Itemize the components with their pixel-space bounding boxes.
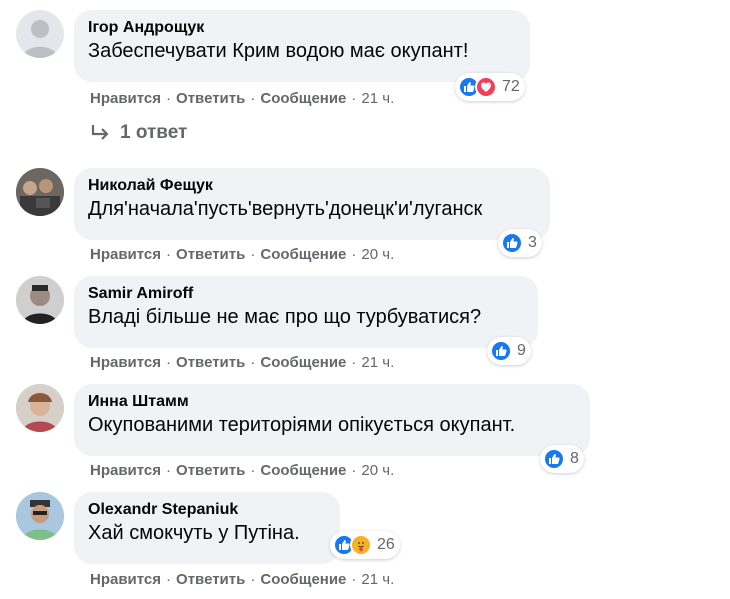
user-avatar[interactable] bbox=[16, 276, 64, 324]
replies-count-label: 1 ответ bbox=[120, 122, 188, 143]
comment-bubble: Инна Штамм Окупованими територіями опіку… bbox=[74, 384, 590, 456]
message-action[interactable]: Сообщение bbox=[260, 246, 346, 263]
user-avatar[interactable] bbox=[16, 492, 64, 540]
reaction-summary[interactable]: 8 bbox=[540, 445, 584, 473]
comment-time[interactable]: 21 ч. bbox=[361, 571, 394, 588]
comment-bubble: Ігор Андрощук Забеспечувати Крим водою м… bbox=[74, 10, 530, 82]
user-avatar[interactable] bbox=[16, 168, 64, 216]
like-action[interactable]: Нравится bbox=[90, 90, 161, 107]
reaction-summary[interactable]: 26 bbox=[330, 531, 400, 559]
comment-bubble: Samir Amiroff Владі більше не має про що… bbox=[74, 276, 538, 348]
comment-author[interactable]: Olexandr Stepaniuk bbox=[88, 500, 326, 520]
comment-author[interactable]: Николай Фещук bbox=[88, 176, 536, 196]
reply-action[interactable]: Ответить bbox=[176, 462, 245, 479]
reaction-count: 9 bbox=[517, 342, 526, 359]
comment-text: Владі більше не має про що турбуватися? bbox=[88, 306, 482, 328]
message-action[interactable]: Сообщение bbox=[260, 462, 346, 479]
reaction-count: 72 bbox=[502, 78, 520, 95]
comment-actions: Нравится · Ответить · Сообщение · 21 ч. bbox=[90, 571, 395, 588]
message-action[interactable]: Сообщение bbox=[260, 90, 346, 107]
reaction-count: 26 bbox=[377, 536, 395, 553]
comment-time[interactable]: 20 ч. bbox=[361, 462, 394, 479]
reply-action[interactable]: Ответить bbox=[176, 90, 245, 107]
reaction-summary[interactable]: 3 bbox=[498, 229, 542, 257]
view-replies-link[interactable]: 1 ответ bbox=[90, 122, 187, 144]
comment-text: Забеспечувати Крим водою має окупант! bbox=[88, 40, 469, 62]
comment-actions: Нравится · Ответить · Сообщение · 21 ч. bbox=[90, 354, 395, 371]
reply-action[interactable]: Ответить bbox=[176, 246, 245, 263]
comment-bubble: Николай Фещук Для'начала'пусть'вернуть'д… bbox=[74, 168, 550, 240]
comment-author[interactable]: Samir Amiroff bbox=[88, 284, 524, 304]
like-reaction-icon bbox=[490, 340, 512, 362]
message-action[interactable]: Сообщение bbox=[260, 354, 346, 371]
comment-author[interactable]: Инна Штамм bbox=[88, 392, 576, 412]
comment-text: Хай смокчуть у Путіна. bbox=[88, 522, 300, 544]
reaction-summary[interactable]: 72 bbox=[455, 73, 525, 101]
comment-bubble: Olexandr Stepaniuk Хай смокчуть у Путіна… bbox=[74, 492, 340, 564]
love-reaction-icon bbox=[475, 76, 497, 98]
care-reaction-icon bbox=[350, 534, 372, 556]
reaction-count: 8 bbox=[570, 450, 579, 467]
comment-actions: Нравится · Ответить · Сообщение · 20 ч. bbox=[90, 462, 395, 479]
reply-arrow-icon bbox=[91, 125, 109, 140]
reaction-count: 3 bbox=[528, 234, 537, 251]
like-action[interactable]: Нравится bbox=[90, 246, 161, 263]
comment-text: Окупованими територіями опікується окупа… bbox=[88, 414, 516, 436]
like-reaction-icon bbox=[501, 232, 523, 254]
reaction-summary[interactable]: 9 bbox=[487, 337, 531, 365]
comment-time[interactable]: 21 ч. bbox=[361, 90, 394, 107]
comment-time[interactable]: 20 ч. bbox=[361, 246, 394, 263]
like-reaction-icon bbox=[543, 448, 565, 470]
comment-text: Для'начала'пусть'вернуть'донецк'и'луганс… bbox=[88, 198, 483, 220]
message-action[interactable]: Сообщение bbox=[260, 571, 346, 588]
comment-time[interactable]: 21 ч. bbox=[361, 354, 394, 371]
like-action[interactable]: Нравится bbox=[90, 462, 161, 479]
reply-action[interactable]: Ответить bbox=[176, 571, 245, 588]
default-avatar[interactable] bbox=[16, 10, 64, 58]
comment-actions: Нравится · Ответить · Сообщение · 20 ч. bbox=[90, 246, 395, 263]
comment-actions: Нравится · Ответить · Сообщение · 21 ч. bbox=[90, 90, 395, 107]
like-action[interactable]: Нравится bbox=[90, 354, 161, 371]
reply-action[interactable]: Ответить bbox=[176, 354, 245, 371]
comment-author[interactable]: Ігор Андрощук bbox=[88, 18, 516, 38]
user-avatar[interactable] bbox=[16, 384, 64, 432]
like-action[interactable]: Нравится bbox=[90, 571, 161, 588]
